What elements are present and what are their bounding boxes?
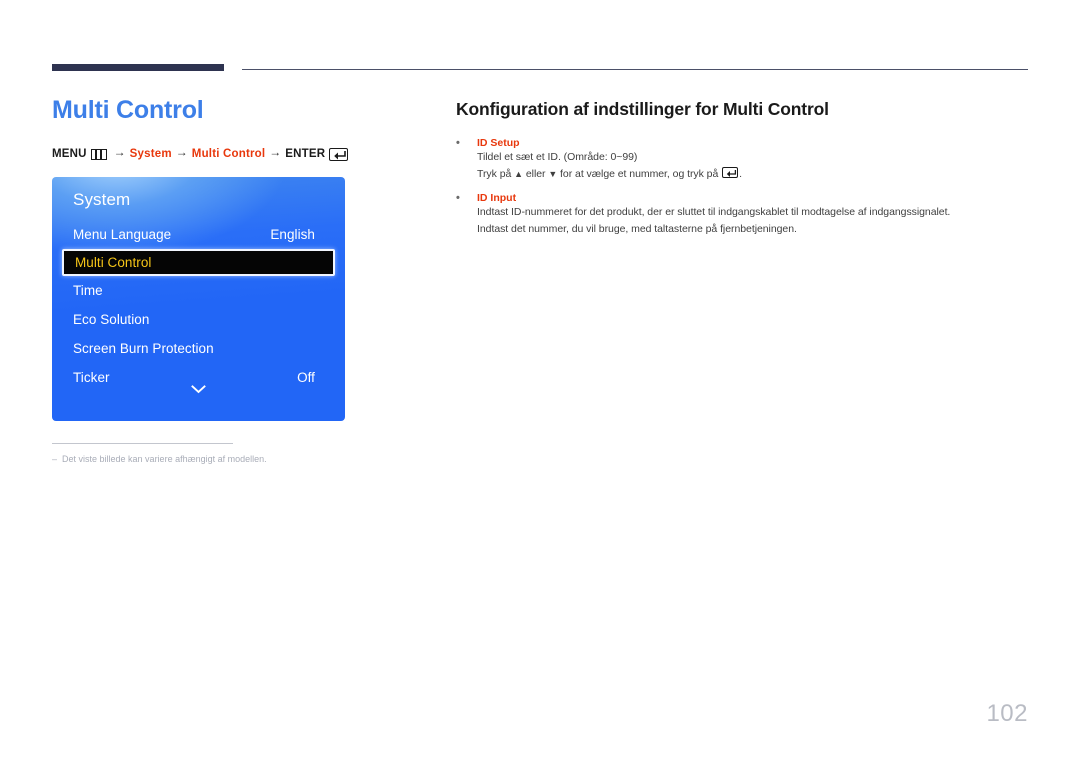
- bullet-line: Tildel et sæt et ID. (Område: 0~99): [477, 151, 638, 163]
- header-rule-thick: [52, 64, 224, 71]
- osd-row-label: Time: [73, 283, 103, 298]
- chevron-down-icon: [191, 381, 206, 399]
- osd-scroll-down[interactable]: [52, 381, 345, 399]
- page-number: 102: [986, 700, 1028, 727]
- osd-row-label: Multi Control: [75, 255, 152, 270]
- bullet-heading: ID Setup: [477, 137, 520, 149]
- left-column: Multi Control MENU → System → Multi Cont…: [52, 95, 424, 466]
- bullet-text-part: Tryk på: [477, 168, 515, 180]
- osd-panel-title: System: [73, 190, 131, 209]
- bullet-text-part: eller: [523, 168, 549, 180]
- footnote-divider: [52, 443, 233, 444]
- osd-row-label: Menu Language: [73, 227, 172, 242]
- bullet-marker-icon: •: [456, 192, 460, 204]
- footnote: – Det viste billede kan variere afhængig…: [52, 453, 424, 466]
- bullet-body: Indtast ID-nummeret for det produkt, der…: [456, 204, 1032, 238]
- header-rules: [52, 64, 1028, 72]
- enter-return-icon: [329, 147, 349, 161]
- osd-row-screen-burn-protection[interactable]: Screen Burn Protection: [52, 334, 345, 363]
- bullet-heading-row: • ID Input: [456, 192, 1032, 204]
- bullet-text-part: for at vælge et nummer, og tryk på: [557, 168, 722, 180]
- bullet-line: Tryk på ▲ eller ▼ for at vælge et nummer…: [477, 166, 1032, 183]
- page-title: Multi Control: [52, 96, 204, 124]
- osd-row-multi-control[interactable]: Multi Control: [62, 249, 335, 276]
- osd-row-eco-solution[interactable]: Eco Solution: [52, 305, 345, 334]
- osd-menu-list: Menu Language English Multi Control Time…: [52, 220, 345, 392]
- osd-row-menu-language[interactable]: Menu Language English: [52, 220, 345, 249]
- header-rule-thin: [242, 69, 1028, 70]
- section-title: Konfiguration af indstillinger for Multi…: [456, 99, 829, 119]
- osd-row-time[interactable]: Time: [52, 276, 345, 305]
- menu-grid-icon: [90, 148, 107, 160]
- footnote-text: Det viste billede kan variere afhængigt …: [62, 454, 267, 464]
- breadcrumb-arrow-1: →: [113, 145, 126, 159]
- bullet-body: Tildel et sæt et ID. (Område: 0~99) Tryk…: [456, 149, 1032, 183]
- osd-row-value: English: [270, 227, 315, 242]
- menu-path-breadcrumb: MENU → System → Multi Control → ENTER: [52, 145, 424, 161]
- bullet-text-part: .: [739, 168, 743, 180]
- enter-return-icon: [722, 167, 739, 178]
- osd-row-label: Screen Burn Protection: [73, 341, 214, 356]
- bullet-block-id-setup: • ID Setup Tildel et sæt et ID. (Område:…: [456, 137, 1032, 183]
- breadcrumb-arrow-2: →: [175, 145, 188, 159]
- breadcrumb-arrow-3: →: [269, 145, 282, 159]
- right-column: Konfiguration af indstillinger for Multi…: [456, 99, 1032, 247]
- bullet-marker-icon: •: [456, 137, 460, 149]
- footnote-dash: –: [52, 454, 58, 464]
- bullet-block-id-input: • ID Input Indtast ID-nummeret for det p…: [456, 192, 1032, 238]
- bullet-line: Indtast det nummer, du vil bruge, med ta…: [477, 223, 797, 235]
- osd-row-label: Eco Solution: [73, 312, 150, 327]
- bullet-line: Indtast ID-nummeret for det produkt, der…: [477, 206, 951, 218]
- bullet-heading-row: • ID Setup: [456, 137, 1032, 149]
- arrow-down-icon: ▼: [548, 169, 558, 179]
- breadcrumb-step-system: System: [129, 148, 172, 160]
- bullet-heading: ID Input: [477, 192, 517, 204]
- breadcrumb-enter-label: ENTER: [285, 148, 326, 160]
- osd-panel-system: System Menu Language English Multi Contr…: [52, 177, 345, 421]
- breadcrumb-menu-label: MENU: [52, 148, 87, 160]
- breadcrumb-step-multi-control: Multi Control: [191, 148, 266, 160]
- arrow-up-icon: ▲: [514, 169, 523, 179]
- bullet-list: • ID Setup Tildel et sæt et ID. (Område:…: [456, 137, 1032, 238]
